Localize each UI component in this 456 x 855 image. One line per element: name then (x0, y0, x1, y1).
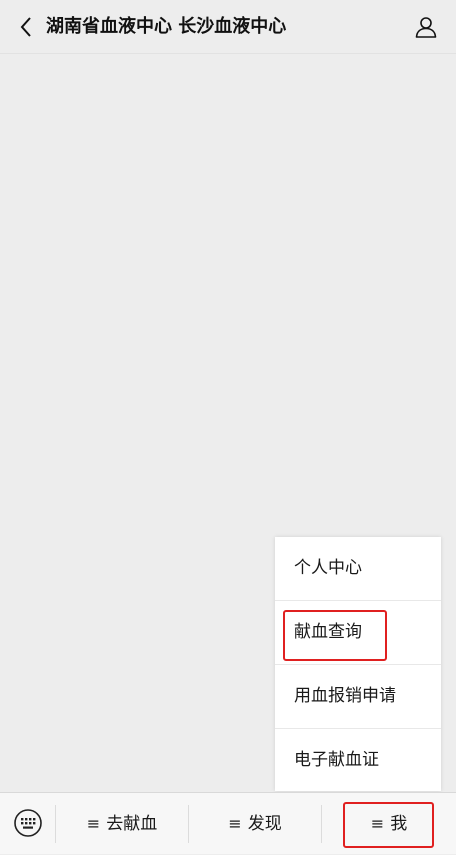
tab-label: 我 (390, 814, 408, 834)
menu-lines-icon: ≡ (228, 814, 242, 833)
tab-donate-blood[interactable]: ≡ 去献血 (56, 793, 188, 855)
back-button[interactable] (8, 8, 44, 46)
menu-item-donation-query[interactable]: 献血查询 (275, 601, 441, 664)
tab-label: 发现 (247, 814, 282, 834)
menu-item-reimbursement[interactable]: 用血报销申请 (275, 665, 441, 728)
menu-lines-icon: ≡ (370, 814, 385, 833)
bottom-menu-bar: ≡ 去献血 ≡ 发现 ≡ 我 (0, 792, 456, 854)
keyboard-icon (14, 809, 42, 837)
tab-me[interactable]: ≡ 我 (322, 793, 456, 855)
tab-discover[interactable]: ≡ 发现 (189, 793, 321, 855)
menu-item-e-certificate[interactable]: 电子献血证 (275, 729, 441, 792)
top-nav-bar: 湖南省血液中心 长沙血液中心 (0, 0, 456, 54)
tab-label: 去献血 (106, 814, 158, 834)
keyboard-toggle-button[interactable] (8, 803, 48, 843)
menu-item-personal-center[interactable]: 个人中心 (275, 537, 441, 600)
chevron-left-icon (20, 17, 31, 37)
submenu-popup: 个人中心 献血查询 用血报销申请 电子献血证 (275, 537, 441, 791)
person-icon (415, 17, 437, 38)
page-title: 湖南省血液中心 长沙血液中心 (46, 16, 287, 37)
menu-lines-icon: ≡ (86, 814, 101, 833)
profile-button[interactable] (406, 8, 446, 46)
